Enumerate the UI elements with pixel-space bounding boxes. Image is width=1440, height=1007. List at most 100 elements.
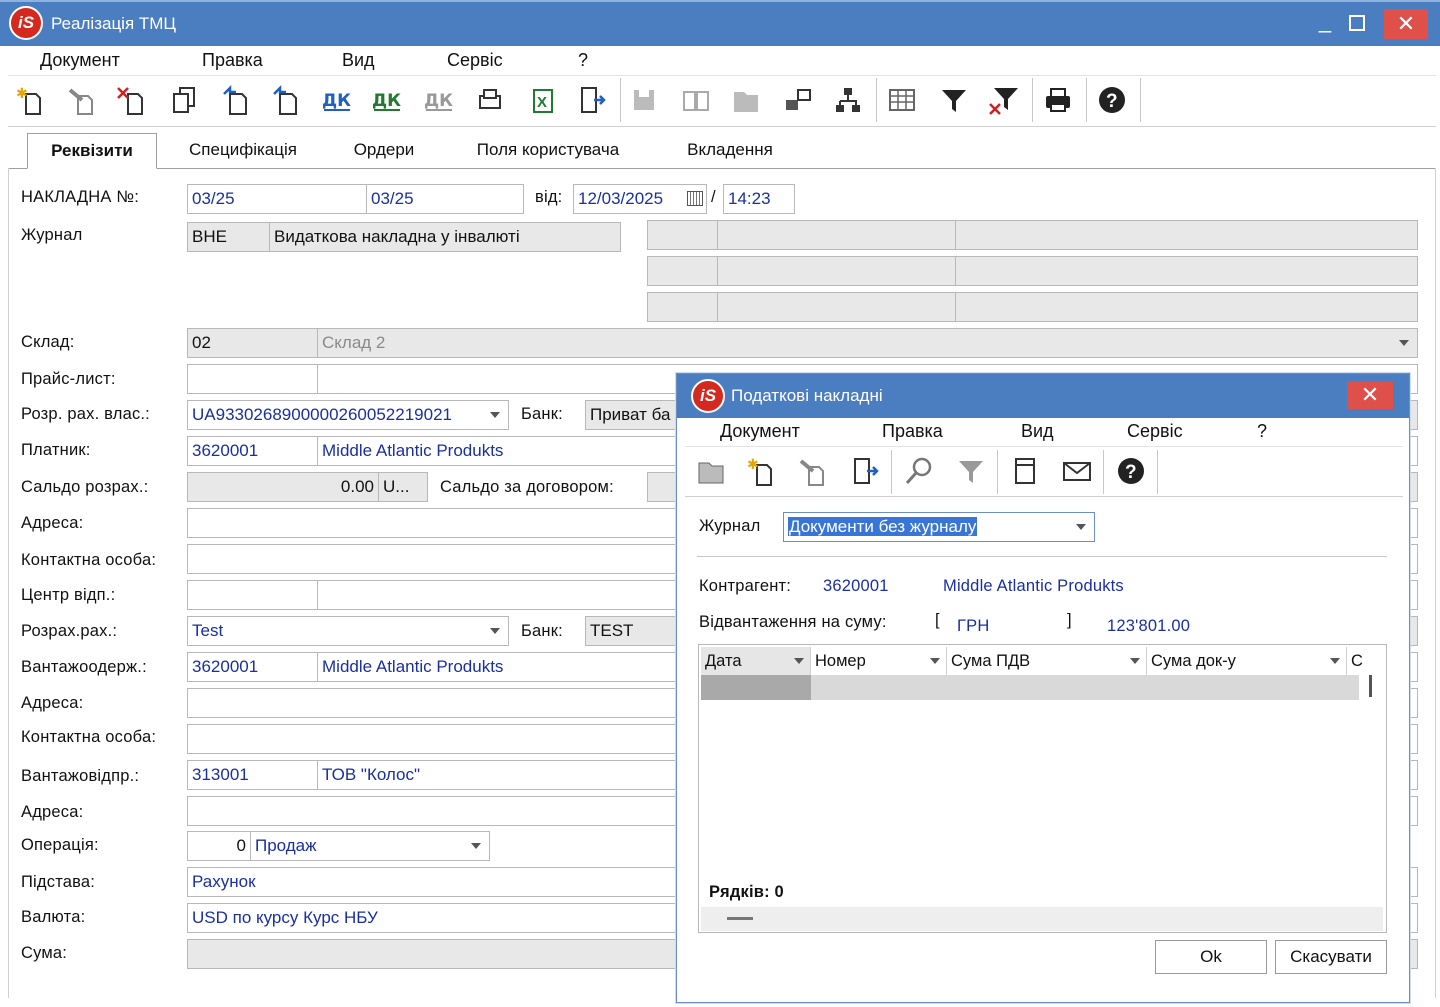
search-icon[interactable] (899, 451, 939, 491)
tab-requisites[interactable]: Реквізити (27, 133, 157, 169)
filter-icon[interactable] (951, 451, 991, 491)
tab-orders[interactable]: Ордери (334, 133, 434, 169)
filter-icon[interactable] (934, 80, 974, 120)
copy-doc-icon[interactable] (164, 80, 204, 120)
new-doc-icon[interactable]: ✱ (10, 80, 50, 120)
menu-edit[interactable]: Правка (202, 50, 263, 71)
excel-icon[interactable]: X (520, 80, 560, 120)
basis-label: Підстава: (21, 873, 96, 891)
ok-button[interactable]: Ok (1155, 940, 1267, 974)
redo-doc-icon[interactable] (266, 80, 306, 120)
chevron-down-icon[interactable] (490, 412, 500, 418)
own-account-field[interactable]: UA933026890000026005221902​1 (187, 400, 509, 430)
column-header-vat-sum[interactable]: Сума ПДВ (947, 647, 1147, 675)
dialog-menu-edit[interactable]: Правка (882, 421, 943, 442)
shipper-code-field[interactable]: 313001 (187, 760, 319, 790)
menu-help[interactable]: ? (578, 50, 588, 71)
svg-text:?: ? (1106, 91, 1118, 112)
clear-filter-icon[interactable] (984, 80, 1024, 120)
undo-doc-icon[interactable] (216, 80, 256, 120)
chevron-down-icon[interactable] (1399, 340, 1409, 346)
payer-code-field[interactable]: 3620001 (187, 436, 319, 466)
account-field[interactable]: Test (187, 616, 509, 646)
dialog-title-bar: iS Податкові накладні ✕ (677, 374, 1409, 418)
dialog-menu-help[interactable]: ? (1257, 421, 1267, 442)
date-value: 12/03/2025 (578, 189, 664, 208)
chevron-down-icon[interactable] (1330, 658, 1340, 664)
new-doc-icon[interactable]: ✱ (741, 451, 781, 491)
edit-doc-icon[interactable] (62, 80, 102, 120)
cancel-button[interactable]: Скасувати (1275, 940, 1387, 974)
exit-icon[interactable] (572, 80, 612, 120)
dialog-menu-view[interactable]: Вид (1021, 421, 1054, 442)
contract-balance-label: Сальдо за договором: (440, 478, 614, 496)
extra-field (647, 256, 719, 286)
document-icon[interactable] (1005, 451, 1045, 491)
table-row[interactable] (701, 675, 811, 700)
calendar-icon[interactable] (687, 191, 703, 206)
account-label: Розрах.рах.: (21, 622, 118, 640)
column-header-doc-sum[interactable]: Сума док-у (1147, 647, 1347, 675)
operation-code-field[interactable]: 0 (187, 831, 251, 861)
operation-name-field[interactable]: Продаж (250, 831, 490, 861)
warehouse-name-field[interactable]: Склад 2 (317, 328, 1418, 358)
warehouse-code-field[interactable]: 02 (187, 328, 319, 358)
table-row[interactable] (811, 675, 1359, 700)
tab-attachments[interactable]: Вкладення (664, 133, 796, 169)
printer-icon[interactable] (1038, 80, 1078, 120)
chevron-down-icon[interactable] (1130, 658, 1140, 664)
book-icon[interactable] (676, 80, 716, 120)
svg-text:✱: ✱ (747, 456, 759, 472)
dialog-close-button[interactable]: ✕ (1347, 381, 1393, 409)
menu-view[interactable]: Вид (342, 50, 375, 71)
scrollbar[interactable] (1369, 675, 1372, 697)
dialog-menu-service[interactable]: Сервіс (1127, 421, 1183, 442)
dk-green-icon[interactable]: ДК (366, 80, 406, 120)
chevron-down-icon[interactable] (794, 658, 804, 664)
svg-text:ДК: ДК (424, 91, 453, 111)
bracket-close: ] (1067, 611, 1072, 629)
pricelist-code-field[interactable] (187, 364, 319, 394)
column-header-extra[interactable]: С (1347, 647, 1367, 675)
edit-doc-icon[interactable] (793, 451, 833, 491)
extra-field (647, 220, 719, 250)
grid-icon[interactable] (882, 80, 922, 120)
maximize-button[interactable] (1349, 15, 1365, 31)
chevron-down-icon[interactable] (471, 843, 481, 849)
tax-invoices-grid[interactable]: Дата Номер Сума ПДВ Сума док-у С Рядків:… (698, 644, 1387, 933)
help-icon[interactable]: ? (1092, 80, 1132, 120)
invoice-number2-field[interactable]: 03/25 (366, 184, 524, 214)
chevron-down-icon[interactable] (490, 628, 500, 634)
dialog-journal-select[interactable]: Документи без журналу (783, 512, 1095, 542)
dk-gray-icon[interactable]: ДК (418, 80, 458, 120)
journal-code-field: ВНЕ (187, 222, 271, 252)
invoice-number-field[interactable]: 03/25 (187, 184, 367, 214)
exit-icon[interactable] (845, 451, 885, 491)
print-preview-icon[interactable] (470, 80, 510, 120)
link-icon[interactable] (778, 80, 818, 120)
folder-icon[interactable] (726, 80, 766, 120)
help-icon[interactable]: ? (1111, 451, 1151, 491)
horizontal-scrollbar[interactable] (701, 907, 1383, 931)
dk-icon[interactable]: ДК (316, 80, 356, 120)
menu-service[interactable]: Сервіс (447, 50, 503, 71)
chevron-down-icon[interactable] (1076, 524, 1086, 530)
tab-user-fields[interactable]: Поля користувача (450, 133, 646, 169)
column-header-date[interactable]: Дата (701, 647, 811, 675)
center-code-field[interactable] (187, 580, 319, 610)
close-button[interactable]: ✕ (1384, 9, 1428, 39)
save-icon[interactable] (624, 80, 664, 120)
delete-doc-icon[interactable] (112, 80, 152, 120)
menu-document[interactable]: Документ (40, 50, 120, 71)
chevron-down-icon[interactable] (930, 658, 940, 664)
open-folder-icon[interactable] (691, 451, 731, 491)
column-header-number[interactable]: Номер (811, 647, 947, 675)
consignee-code-field[interactable]: 3620001 (187, 652, 319, 682)
tab-specification[interactable]: Специфікація (166, 133, 320, 169)
date-field[interactable]: 12/03/2025 (573, 184, 707, 214)
envelope-icon[interactable] (1057, 451, 1097, 491)
dialog-menu-document[interactable]: Документ (720, 421, 800, 442)
minimize-button[interactable]: _ (1308, 8, 1342, 34)
tree-icon[interactable] (828, 80, 868, 120)
time-field[interactable]: 14:23 (723, 184, 795, 214)
